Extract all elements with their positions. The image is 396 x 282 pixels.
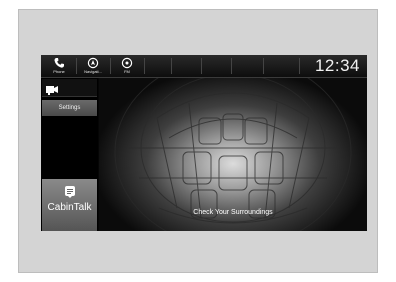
infotainment-screen: Phone Navigati... FM 12:34 Settings Cabi… <box>41 55 367 231</box>
camera-icon <box>45 82 59 100</box>
radio-icon <box>112 56 142 69</box>
phone-icon <box>44 56 74 69</box>
separator <box>263 58 264 74</box>
sidebar: Settings CabinTalk <box>41 78 98 231</box>
separator <box>171 58 172 74</box>
cabintalk-button[interactable]: CabinTalk <box>42 179 97 231</box>
separator <box>299 58 300 74</box>
status-bar: Phone Navigati... FM 12:34 <box>41 55 367 78</box>
separator <box>110 58 111 74</box>
camera-button[interactable] <box>42 79 97 97</box>
check-surroundings-message: Check Your Surroundings <box>193 209 273 216</box>
phone-button[interactable]: Phone <box>44 55 74 77</box>
navigation-icon <box>78 56 108 69</box>
navigation-button[interactable]: Navigati... <box>78 55 108 77</box>
fm-button[interactable]: FM <box>112 55 142 77</box>
settings-button[interactable]: Settings <box>42 100 97 116</box>
separator <box>144 58 145 74</box>
cabintalk-icon <box>63 185 77 199</box>
separator <box>76 58 77 74</box>
separator <box>231 58 232 74</box>
camera-view: Check Your Surroundings <box>99 78 367 231</box>
separator <box>201 58 202 74</box>
clock: 12:34 <box>314 56 360 75</box>
